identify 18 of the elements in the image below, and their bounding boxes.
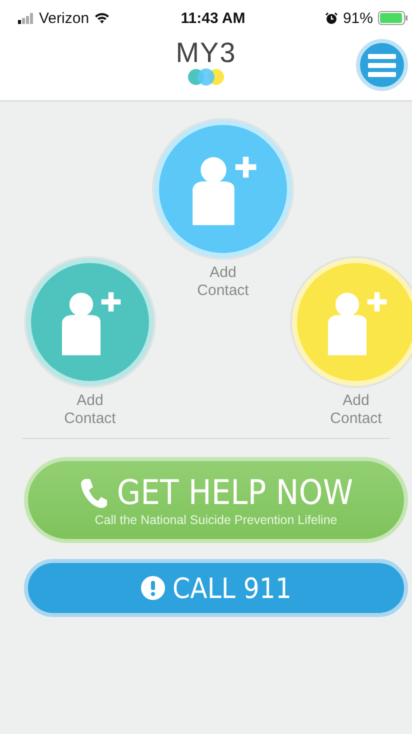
alarm-clock-icon [324,12,338,24]
menu-button[interactable] [356,39,408,91]
app-logo-text: MY3 [176,38,236,68]
three-dots-logo-icon [186,68,226,86]
get-help-now-button[interactable]: GET HELP NOW Call the National Suicide Prevention Lifeline [24,457,408,543]
wifi-icon [94,12,110,24]
add-contact-label: Add Contact [63,392,117,428]
signal-icon [18,12,34,24]
exclamation-icon [140,576,165,600]
add-contact-label: Add Contact [196,264,250,300]
add-contact-label: Add Contact [329,392,383,428]
battery-percent: 91% [342,10,373,26]
call-911-button[interactable]: CALL 911 [24,559,408,617]
carrier-name: Verizon [39,10,90,26]
menu-icon [368,53,396,77]
battery-icon [378,11,408,25]
phone-icon [78,477,107,509]
status-time: 11:43 AM [180,10,246,26]
